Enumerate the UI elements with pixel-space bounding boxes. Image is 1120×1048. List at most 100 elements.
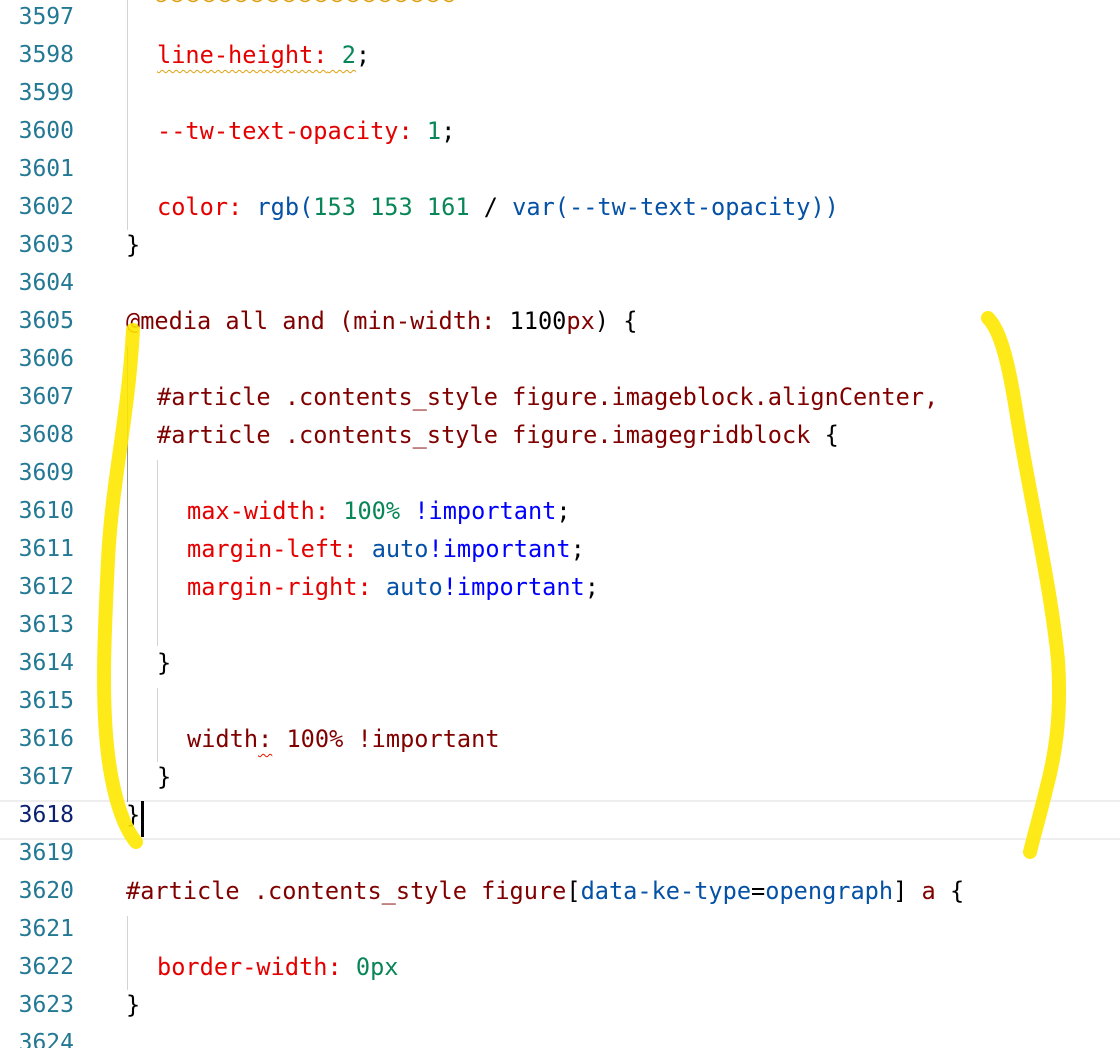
code-token: ; — [355, 41, 371, 69]
line-number: 3620 — [18, 878, 74, 904]
indent-guide — [127, 0, 128, 230]
code-token: ; — [441, 117, 456, 145]
code-token: } — [157, 649, 172, 677]
line-number: 3615 — [18, 688, 74, 714]
line-number: 3600 — [18, 118, 74, 144]
code-line[interactable]: } — [126, 226, 140, 264]
code-token: margin-right: — [187, 573, 372, 601]
code-token: #article .contents_style figure.imagegri… — [157, 421, 825, 449]
code-token: margin-left: — [187, 535, 358, 563]
line-number: 3623 — [18, 992, 74, 1018]
line-number: 3619 — [18, 840, 74, 866]
code-token: ; — [556, 497, 571, 525]
code-token: auto — [371, 535, 429, 563]
code-token: } — [126, 231, 141, 259]
code-line[interactable]: margin-right: auto!important; — [187, 568, 599, 606]
line-number: 3613 — [18, 612, 74, 638]
line-number: 3604 — [18, 270, 74, 296]
line-number: 3607 — [18, 384, 74, 410]
code-token: #article .contents_style figure.imageblo… — [157, 383, 939, 411]
code-line[interactable]: color: rgb(153 153 161 / var(--tw-text-o… — [157, 188, 839, 226]
code-token: !important — [414, 497, 557, 525]
left-highlight-stroke — [97, 323, 143, 849]
code-line[interactable]: max-width: 100% !important; — [187, 492, 571, 530]
code-line[interactable]: @media all and (min-width: 1100px) { — [126, 302, 637, 340]
line-number: 3597 — [18, 4, 74, 30]
line-number: 3605 — [18, 308, 74, 334]
line-number: 3610 — [18, 498, 74, 524]
code-token: } — [157, 763, 172, 791]
code-token: 100% — [343, 497, 401, 525]
code-token: ) { — [594, 307, 638, 335]
code-token: auto — [385, 573, 443, 601]
code-token: = — [751, 877, 766, 905]
code-line[interactable]: } — [126, 986, 140, 1024]
indent-guide — [157, 688, 158, 762]
code-token: var(--tw-text-opacity)) — [512, 193, 839, 221]
top-squiggle-fragment — [156, 0, 454, 3]
line-number: 3618 — [18, 802, 74, 828]
line-number: 3603 — [18, 232, 74, 258]
code-token: --tw-text-opacity: — [157, 117, 413, 145]
code-token: border-width: — [157, 953, 342, 981]
indent-guide — [127, 916, 128, 990]
line-number: 3602 — [18, 194, 74, 220]
code-line[interactable]: #article .contents_style figure.imageblo… — [157, 378, 938, 416]
text-cursor — [141, 801, 144, 837]
line-number: 3611 — [18, 536, 74, 562]
code-token: [ — [566, 877, 581, 905]
indent-guide-active — [127, 346, 128, 802]
code-editor[interactable]: 3597 3598 3599 3600 3601 3602 3603 3604 3605 3606… — [0, 0, 1120, 1048]
code-token: ; — [570, 535, 585, 563]
code-line[interactable]: line-height: 2; — [157, 36, 370, 74]
code-token: color: — [157, 193, 243, 221]
indent-guide — [157, 460, 158, 646]
code-token: ; — [584, 573, 599, 601]
code-token: !important — [442, 573, 585, 601]
right-highlight-stroke — [981, 311, 1067, 859]
code-token: 153 153 161 — [313, 193, 470, 221]
code-token: !important — [428, 535, 571, 563]
line-number: 3599 — [18, 80, 74, 106]
current-line-highlight — [0, 800, 1120, 840]
line-number: 3601 — [18, 156, 74, 182]
line-number: 3614 — [18, 650, 74, 676]
code-token: max-width: — [187, 497, 330, 525]
code-line[interactable]: border-width: 0px — [157, 948, 399, 986]
code-token: line-height: — [157, 41, 328, 69]
code-line[interactable]: #article .contents_style figure[data-ke-… — [126, 872, 964, 910]
code-line[interactable]: --tw-text-opacity: 1; — [157, 112, 455, 150]
code-token: opengraph — [765, 877, 894, 905]
code-token: } — [126, 801, 141, 829]
code-token: data-ke-type — [580, 877, 752, 905]
code-token: } — [126, 991, 141, 1019]
line-number: 3612 — [18, 574, 74, 600]
code-line[interactable]: } — [157, 644, 171, 682]
code-token: / — [469, 193, 513, 221]
code-line[interactable]: } — [157, 758, 171, 796]
code-token: 2 — [341, 41, 356, 69]
line-number: 3606 — [18, 346, 74, 372]
code-line[interactable]: width: 100% !important — [187, 720, 500, 758]
code-token: 1100 — [509, 307, 567, 335]
code-token: px — [566, 307, 595, 335]
code-token: { — [824, 421, 839, 449]
code-line[interactable]: } — [126, 796, 140, 834]
code-token: : — [258, 725, 273, 753]
line-number: 3616 — [18, 726, 74, 752]
code-token: @media all and (min-width: — [126, 307, 510, 335]
code-token: 0px — [355, 953, 399, 981]
code-token: 1 — [426, 117, 442, 145]
line-number: 3624 — [18, 1030, 74, 1048]
code-line[interactable]: margin-left: auto!important; — [187, 530, 585, 568]
code-line[interactable]: #article .contents_style figure.imagegri… — [157, 416, 839, 454]
line-number: 3622 — [18, 954, 74, 980]
code-token: { — [949, 877, 965, 905]
